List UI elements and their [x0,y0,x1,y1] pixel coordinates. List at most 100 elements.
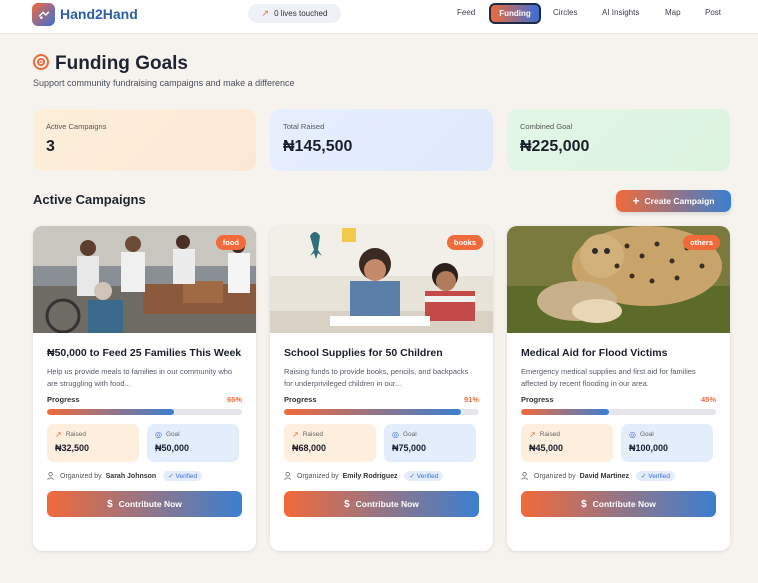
organized-by-prefix: Organized by [297,472,339,480]
progress-fill [521,409,609,415]
goal-value: ₦75,000 [392,443,427,453]
goal-box: ◎ Goal ₦75,000 [384,424,476,462]
campaign-title: ₦50,000 to Feed 25 Families This Week [47,347,242,359]
stat-label: Total Raised [283,122,325,131]
goal-box: ◎ Goal ₦50,000 [147,424,239,462]
users-icon [284,472,292,480]
target-icon [33,54,49,70]
verified-badge: ✓ Verified [636,471,675,481]
brand-name[interactable]: Hand2Hand [60,6,138,22]
nav-feed[interactable]: Feed [457,8,475,17]
organizer-name: Sarah Johnson [105,472,157,480]
handshake-icon [38,11,49,19]
progress-percent: 45% [700,395,716,404]
users-icon [47,472,55,480]
section-title: Active Campaigns [33,192,146,207]
campaign-description: Emergency medical supplies and first aid… [521,367,696,388]
organized-by-prefix: Organized by [534,472,576,480]
contribute-label: Contribute Now [355,499,419,509]
trending-up-icon: ↗ [55,430,62,439]
campaign-image: others [507,226,730,333]
dollar-icon: $ [344,498,350,510]
nav-circles[interactable]: Circles [553,8,577,17]
trending-up-icon: ↗ [292,430,299,439]
raised-label: Raised [539,431,560,438]
progress-label: Progress [47,395,80,404]
raised-box: ↗ Raised ₦45,000 [521,424,613,462]
campaign-card[interactable]: others Medical Aid for Flood Victims Eme… [507,226,730,551]
campaign-image: food [33,226,256,333]
contribute-button[interactable]: $ Contribute Now [284,491,479,517]
nav-post[interactable]: Post [705,8,721,17]
goal-value: ₦50,000 [155,443,190,453]
organizer-name: Emily Rodriguez [342,472,398,480]
raised-value: ₦32,500 [55,443,90,453]
raised-value: ₦68,000 [292,443,327,453]
trending-up-icon: ↗ [261,8,270,18]
target-icon: ◎ [392,430,399,439]
progress-fill [284,409,462,415]
nav-map[interactable]: Map [665,8,681,17]
contribute-label: Contribute Now [592,499,656,509]
create-campaign-button[interactable]: + Create Campaign [616,190,731,212]
users-icon [521,472,529,480]
page-title: Funding Goals [55,53,188,74]
progress-label: Progress [284,395,317,404]
goal-label: Goal [165,431,180,438]
target-icon: ◎ [155,430,162,439]
campaign-title: Medical Aid for Flood Victims [521,347,668,359]
stat-value: ₦145,500 [283,138,353,155]
raised-label: Raised [302,431,323,438]
dollar-icon: $ [107,498,113,510]
goal-value: ₦100,000 [629,443,669,453]
contribute-button[interactable]: $ Contribute Now [47,491,242,517]
goal-box: ◎ Goal ₦100,000 [621,424,713,462]
category-tag: others [683,235,720,250]
campaign-card[interactable]: books School Supplies for 50 Children Ra… [270,226,493,551]
organizer-row: Organized by Emily Rodriguez ✓ Verified [284,471,479,481]
top-navigation-bar: Hand2Hand ↗ 0 lives touched Feed Funding… [0,0,758,34]
progress-percent: 65% [226,395,242,404]
progress-bar [521,409,716,415]
campaign-card[interactable]: food ₦50,000 to Feed 25 Families This We… [33,226,256,551]
verified-badge: ✓ Verified [404,471,444,481]
stat-combined-goal: Combined Goal ₦225,000 [507,109,730,171]
raised-label: Raised [65,431,86,438]
progress-percent: 91% [463,395,479,404]
nav-funding[interactable]: Funding [489,3,541,24]
trending-up-icon: ↗ [529,430,536,439]
stat-total-raised: Total Raised ₦145,500 [270,109,493,171]
contribute-button[interactable]: $ Contribute Now [521,491,716,517]
progress-bar [47,409,242,415]
page-subtitle: Support community fundraising campaigns … [33,78,295,88]
campaign-image: books [270,226,493,333]
raised-value: ₦45,000 [529,443,564,453]
app-logo[interactable] [32,3,55,26]
target-icon: ◎ [629,430,636,439]
plus-icon: + [632,194,640,208]
stat-value: ₦225,000 [520,138,590,155]
campaign-title: School Supplies for 50 Children [284,347,443,359]
raised-box: ↗ Raised ₦68,000 [284,424,376,462]
progress-bar [284,409,479,415]
category-tag: food [215,235,246,250]
organizer-name: David Martinez [579,472,630,480]
stat-active-campaigns: Active Campaigns 3 [33,109,256,171]
stat-value: 3 [46,138,55,155]
organized-by-prefix: Organized by [60,472,102,480]
nav-ai-insights[interactable]: AI Insights [602,8,639,17]
lives-touched-badge: ↗ 0 lives touched [248,4,341,23]
organizer-row: Organized by David Martinez ✓ Verified [521,471,716,481]
create-campaign-label: Create Campaign [644,196,715,206]
goal-label: Goal [402,431,417,438]
goal-label: Goal [639,431,654,438]
stat-label: Active Campaigns [46,122,107,131]
progress-label: Progress [521,395,554,404]
verified-badge: ✓ Verified [163,471,203,481]
raised-box: ↗ Raised ₦32,500 [47,424,139,462]
campaign-description: Raising funds to provide books, pencils,… [284,367,469,388]
lives-touched-text: 0 lives touched [274,9,328,18]
stat-label: Combined Goal [520,122,573,131]
contribute-label: Contribute Now [118,499,182,509]
category-tag: books [446,235,483,250]
